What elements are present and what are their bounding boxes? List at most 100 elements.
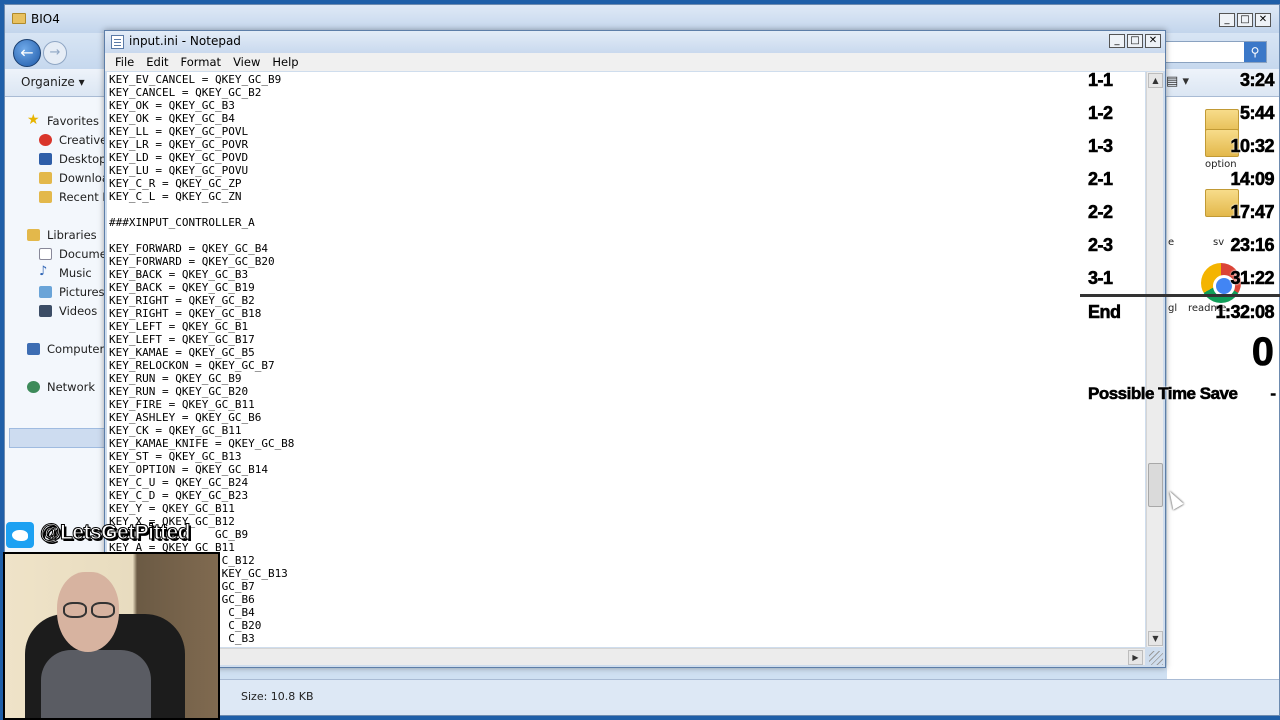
text-line[interactable]: KEY_ASHLEY = QKEY_GC_B6: [109, 411, 294, 424]
text-line[interactable]: KEY_EV_CANCEL = QKEY_GC_B9: [109, 73, 294, 86]
text-line[interactable]: KEY_OK = QKEY_GC_B4: [109, 112, 294, 125]
resize-grip[interactable]: [1149, 651, 1163, 665]
split-name: 1-1: [1088, 70, 1114, 91]
scroll-right-arrow-icon[interactable]: ▶: [1128, 650, 1143, 665]
text-line[interactable]: KEY_CK = QKEY_GC_B11: [109, 424, 294, 437]
split-name: 2-1: [1088, 169, 1114, 190]
notepad-icon: [111, 35, 124, 49]
text-line[interactable]: KEY_C_D = QKEY_GC_B23: [109, 489, 294, 502]
text-line[interactable]: KEY_RUN = QKEY_GC_B9: [109, 372, 294, 385]
text-line[interactable]: ###XINPUT_CONTROLLER_A: [109, 216, 294, 229]
main-timer: 0: [1251, 330, 1274, 375]
scroll-down-arrow-icon[interactable]: ▼: [1148, 631, 1163, 646]
social-handle-overlay: @LetsGetPitted: [6, 519, 220, 553]
minimize-button[interactable]: _: [1109, 34, 1125, 48]
timer-divider: [1080, 294, 1280, 297]
videos-icon: [39, 305, 52, 317]
close-button[interactable]: ✕: [1255, 13, 1271, 27]
search-icon[interactable]: ⚲: [1244, 42, 1266, 62]
text-line[interactable]: KEY_RUN = QKEY_GC_B20: [109, 385, 294, 398]
pictures-icon: [39, 286, 52, 298]
horizontal-scrollbar[interactable]: ▶: [107, 648, 1145, 665]
webcam-person-body: [41, 650, 151, 718]
split-time: 1:32:08: [1215, 302, 1275, 323]
menu-help[interactable]: Help: [266, 53, 304, 71]
text-line[interactable]: KEY_LL = QKEY_GC_POVL: [109, 125, 294, 138]
selected-nav-highlight: [9, 428, 105, 448]
scroll-thumb[interactable]: [1148, 463, 1163, 507]
twitter-icon: [6, 522, 34, 548]
star-icon: ★: [27, 112, 40, 128]
text-line[interactable]: [109, 229, 294, 242]
minimize-button[interactable]: _: [1219, 13, 1235, 27]
text-line[interactable]: KEY_RIGHT = QKEY_GC_B18: [109, 307, 294, 320]
split-name: 3-1: [1088, 268, 1114, 289]
split-row: 1-3 10:32: [1088, 134, 1280, 158]
menu-view[interactable]: View: [227, 53, 266, 71]
text-line[interactable]: KEY_LD = QKEY_GC_POVD: [109, 151, 294, 164]
possible-time-save-label: Possible Time Save: [1088, 384, 1239, 404]
text-line[interactable]: KEY_RELOCKON = QKEY_GC_B7: [109, 359, 294, 372]
split-row: 2-2 17:47: [1088, 200, 1280, 224]
split-time: 23:16: [1230, 235, 1275, 256]
text-line[interactable]: KEY_BACK = QKEY_GC_B19: [109, 281, 294, 294]
split-name: 1-3: [1088, 136, 1114, 157]
menu-file[interactable]: File: [109, 53, 140, 71]
split-name: 2-2: [1088, 202, 1114, 223]
text-line[interactable]: KEY_OK = QKEY_GC_B3: [109, 99, 294, 112]
split-time: 5:44: [1239, 103, 1275, 124]
webcam-feed: [3, 552, 220, 720]
text-line[interactable]: KEY_BACK = QKEY_GC_B3: [109, 268, 294, 281]
organize-label: Organize: [21, 75, 75, 89]
split-time: 31:22: [1230, 268, 1275, 289]
text-line[interactable]: KEY_LEFT = QKEY_GC_B1: [109, 320, 294, 333]
text-line[interactable]: KEY_Y = QKEY_GC_B11: [109, 502, 294, 515]
text-line[interactable]: KEY_ST = QKEY_GC_B13: [109, 450, 294, 463]
text-line[interactable]: KEY_FORWARD = QKEY_GC_B20: [109, 255, 294, 268]
notepad-title: input.ini - Notepad: [129, 34, 241, 48]
text-line[interactable]: KEY_RIGHT = QKEY_GC_B2: [109, 294, 294, 307]
libraries-icon: [27, 229, 40, 241]
notepad-window: input.ini - Notepad _ □ ✕ File Edit Form…: [104, 30, 1166, 668]
explorer-window-controls: _ □ ✕: [1219, 13, 1271, 27]
text-line[interactable]: KEY_FIRE = QKEY_GC_B11: [109, 398, 294, 411]
organize-button[interactable]: Organize ▾: [21, 75, 85, 89]
notepad-titlebar[interactable]: input.ini - Notepad _ □ ✕: [105, 31, 1165, 53]
menu-edit[interactable]: Edit: [140, 53, 174, 71]
text-line[interactable]: KEY_C_R = QKEY_GC_ZP: [109, 177, 294, 190]
split-name: 1-2: [1088, 103, 1114, 124]
text-line[interactable]: KEY_LU = QKEY_GC_POVU: [109, 164, 294, 177]
back-arrow-icon[interactable]: ←: [13, 39, 41, 67]
text-line[interactable]: KEY_LR = QKEY_GC_POVR: [109, 138, 294, 151]
split-name: 2-3: [1088, 235, 1114, 256]
text-line[interactable]: KEY_KAMAE_KNIFE = QKEY_GC_B8: [109, 437, 294, 450]
text-editor[interactable]: KEY_EV_CANCEL = QKEY_GC_B9 KEY_CANCEL = Q…: [107, 72, 1145, 647]
explorer-titlebar: BIO4 _ □ ✕: [5, 5, 1279, 33]
menu-format[interactable]: Format: [175, 53, 228, 71]
forward-arrow-icon[interactable]: →: [43, 41, 67, 65]
split-time: 17:47: [1230, 202, 1275, 223]
text-line[interactable]: KEY_CANCEL = QKEY_GC_B2: [109, 86, 294, 99]
text-line[interactable]: KEY_LEFT = QKEY_GC_B17: [109, 333, 294, 346]
maximize-button[interactable]: □: [1237, 13, 1253, 27]
close-button[interactable]: ✕: [1145, 34, 1161, 48]
split-time: 14:09: [1230, 169, 1275, 190]
split-row: 1-1 3:24: [1088, 68, 1280, 92]
desktop-icon: [39, 153, 52, 165]
menu-bar: File Edit Format View Help: [105, 53, 1165, 71]
folder-icon: [12, 13, 26, 24]
text-line[interactable]: KEY_FORWARD = QKEY_GC_B4: [109, 242, 294, 255]
music-note-icon: ♪: [39, 264, 48, 279]
split-timer: 1-1 3:24 1-2 5:44 1-3 10:32 2-1 14:09 2-2 17:47 2-…: [1080, 66, 1280, 416]
split-row: 2-1 14:09: [1088, 167, 1280, 191]
split-time: 3:24: [1239, 70, 1275, 91]
text-line[interactable]: KEY_C_L = QKEY_GC_ZN: [109, 190, 294, 203]
notepad-window-controls: _ □ ✕: [1109, 34, 1161, 48]
text-line[interactable]: KEY_OPTION = QKEY_GC_B14: [109, 463, 294, 476]
maximize-button[interactable]: □: [1127, 34, 1143, 48]
text-line[interactable]: KEY_KAMAE = QKEY_GC_B5: [109, 346, 294, 359]
split-row: 1-2 5:44: [1088, 101, 1280, 125]
text-line[interactable]: KEY_C_U = QKEY_GC_B24: [109, 476, 294, 489]
text-line[interactable]: [109, 203, 294, 216]
downloads-folder-icon: [39, 172, 52, 184]
